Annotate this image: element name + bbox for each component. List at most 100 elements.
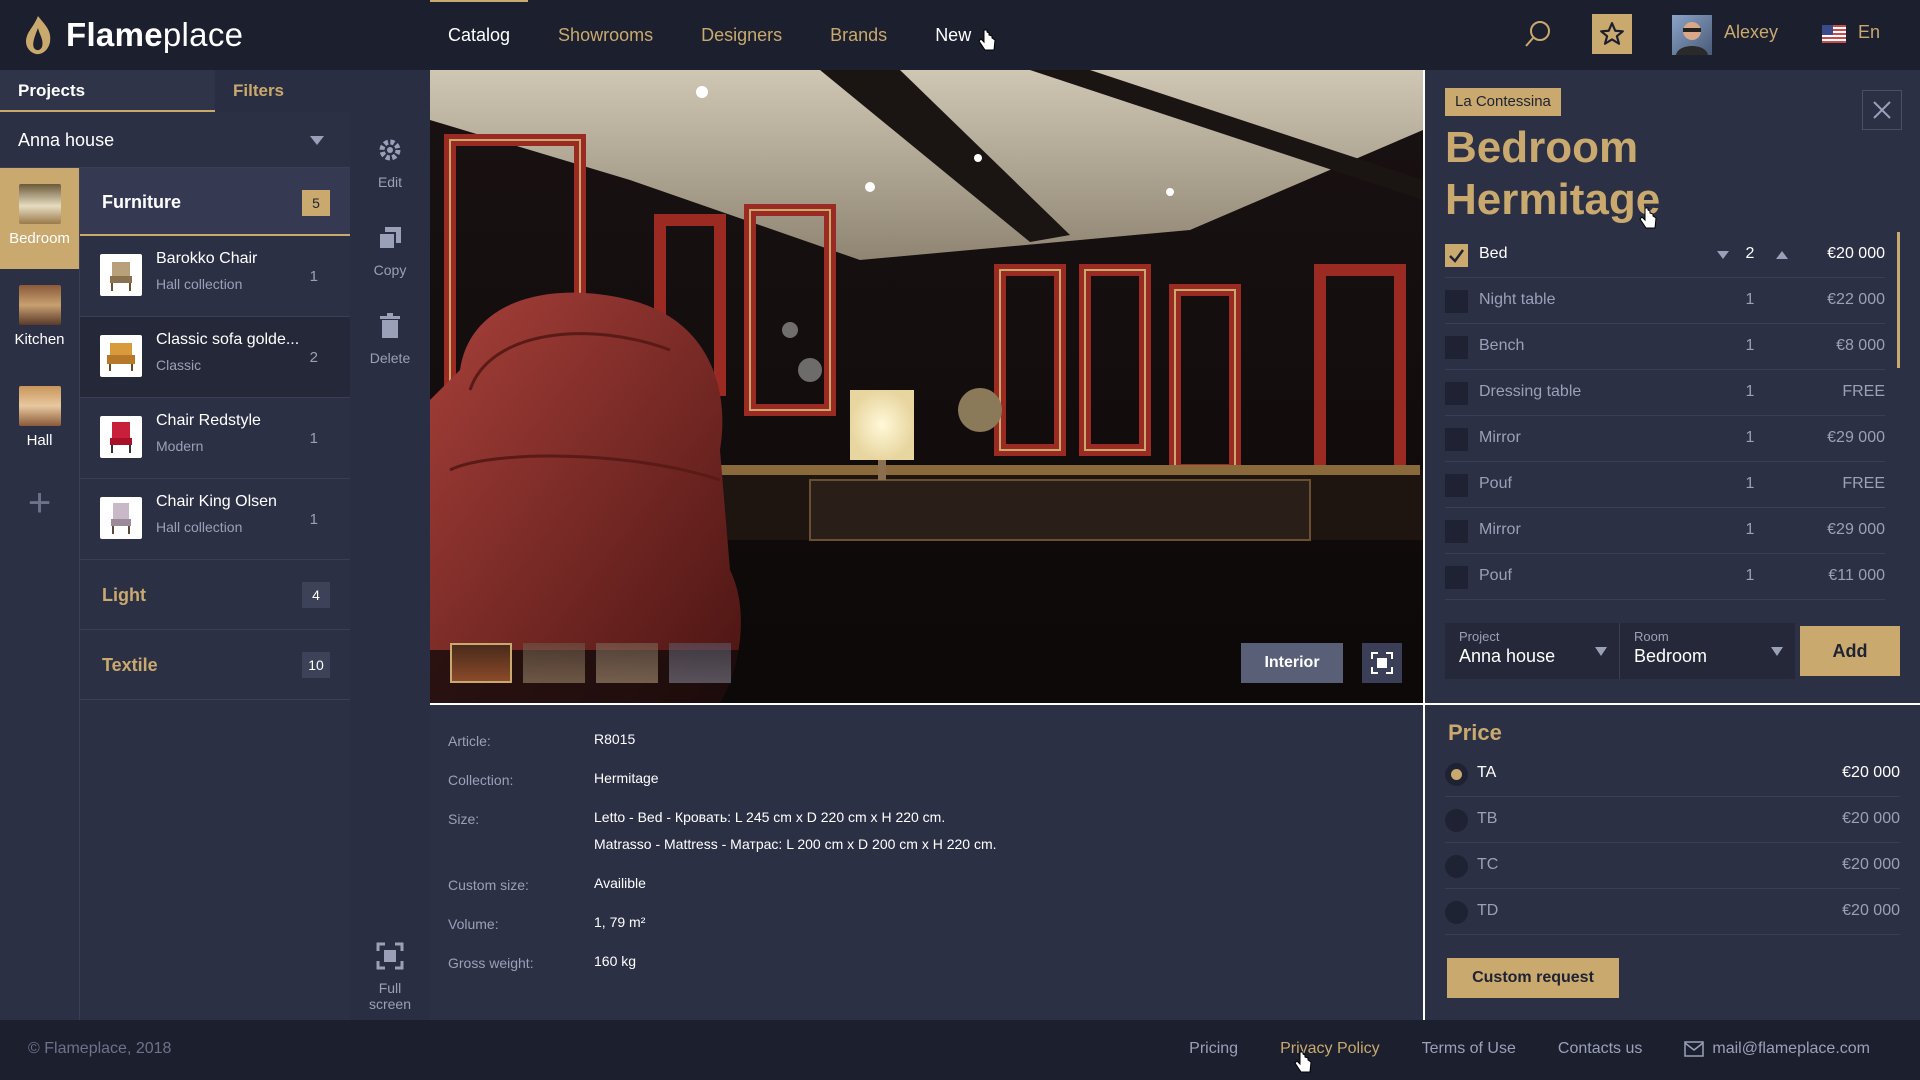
favorites-button[interactable] bbox=[1592, 14, 1632, 54]
custom-request-button[interactable]: Custom request bbox=[1447, 958, 1619, 998]
nav-showrooms[interactable]: Showrooms bbox=[540, 0, 671, 70]
increment-icon[interactable] bbox=[1776, 251, 1788, 259]
thumbnail-3[interactable] bbox=[596, 643, 658, 683]
item-name: Chair Redstyle bbox=[156, 412, 261, 429]
radio-button[interactable] bbox=[1445, 901, 1468, 924]
table-row[interactable]: Mirror 1 €29 000 bbox=[1445, 416, 1885, 462]
tab-projects[interactable]: Projects bbox=[0, 70, 215, 112]
product-image-viewer[interactable]: Interior bbox=[430, 70, 1423, 703]
room-dropdown[interactable]: Room Bedroom bbox=[1620, 623, 1795, 679]
room-kitchen[interactable]: Kitchen bbox=[0, 269, 79, 370]
table-row[interactable]: Pouf 1 FREE bbox=[1445, 462, 1885, 508]
category-label: Light bbox=[102, 585, 146, 605]
checkbox[interactable] bbox=[1445, 474, 1468, 497]
row-name: Night table bbox=[1479, 291, 1556, 308]
user-photo-icon bbox=[1676, 22, 1708, 55]
list-item[interactable]: Chair Redstyle Modern 1 bbox=[80, 398, 350, 479]
row-price: €8 000 bbox=[1836, 337, 1885, 354]
checkbox[interactable] bbox=[1445, 336, 1468, 359]
row-qty: 1 bbox=[1745, 521, 1755, 538]
edit-label: Edit bbox=[377, 174, 403, 190]
avatar[interactable] bbox=[1672, 15, 1712, 55]
copy-button[interactable]: Copy bbox=[350, 222, 430, 288]
add-room-button[interactable]: + bbox=[0, 481, 79, 526]
add-to-project-bar: Project Anna house Room Bedroom Add bbox=[1445, 623, 1900, 679]
detail-label: Gross weight: bbox=[448, 955, 534, 971]
nav-designers[interactable]: Designers bbox=[683, 0, 800, 70]
row-qty: 2 bbox=[1745, 245, 1755, 262]
search-icon[interactable] bbox=[1523, 19, 1553, 49]
footer-link-terms[interactable]: Terms of Use bbox=[1422, 1040, 1516, 1058]
add-button[interactable]: Add bbox=[1800, 626, 1900, 676]
checkbox[interactable] bbox=[1445, 428, 1468, 451]
list-item[interactable]: Barokko Chair Hall collection 1 bbox=[80, 236, 350, 317]
thumbnail-2[interactable] bbox=[523, 643, 585, 683]
brand-tag[interactable]: La Contessina bbox=[1445, 88, 1561, 116]
project-select[interactable]: Anna house bbox=[0, 112, 350, 168]
star-icon bbox=[1600, 22, 1624, 45]
checkbox[interactable] bbox=[1445, 290, 1468, 313]
tab-filters[interactable]: Filters bbox=[215, 70, 430, 112]
radio-button[interactable] bbox=[1445, 809, 1468, 832]
table-row[interactable]: Bed 2 €20 000 bbox=[1445, 232, 1885, 278]
price-option[interactable]: TB €20 000 bbox=[1445, 797, 1900, 843]
project-dropdown[interactable]: Project Anna house bbox=[1445, 623, 1620, 679]
decrement-icon[interactable] bbox=[1717, 251, 1729, 259]
footer-link-pricing[interactable]: Pricing bbox=[1189, 1040, 1238, 1058]
list-item[interactable]: Classic sofa golde... Classic 2 bbox=[80, 317, 350, 398]
thumbnail-1[interactable] bbox=[450, 643, 512, 683]
close-button[interactable] bbox=[1862, 90, 1902, 130]
category-light[interactable]: Light 4 bbox=[80, 560, 350, 630]
logo[interactable]: Flameplace bbox=[20, 12, 243, 58]
fullscreen-button[interactable]: Full screen bbox=[350, 940, 430, 1012]
checkbox[interactable] bbox=[1445, 382, 1468, 405]
chevron-down-icon bbox=[1771, 647, 1783, 656]
checkbox[interactable] bbox=[1445, 244, 1468, 267]
table-row[interactable]: Dressing table 1 FREE bbox=[1445, 370, 1885, 416]
bedroom-thumbnail-icon bbox=[18, 184, 61, 224]
radio-button[interactable] bbox=[1445, 763, 1468, 786]
viewer-fullscreen-button[interactable] bbox=[1362, 643, 1402, 683]
checkbox[interactable] bbox=[1445, 566, 1468, 589]
tools-column: Edit Copy Delete Full screen bbox=[350, 112, 430, 1020]
nav-brands[interactable]: Brands bbox=[812, 0, 905, 70]
table-row[interactable]: Mirror 1 €29 000 bbox=[1445, 508, 1885, 554]
footer-link-contacts[interactable]: Contacts us bbox=[1558, 1040, 1642, 1058]
project-select-value: Anna house bbox=[18, 130, 115, 150]
detail-value: Hermitage bbox=[594, 770, 659, 786]
chair-thumbnail-icon bbox=[100, 497, 142, 539]
row-price: FREE bbox=[1842, 475, 1885, 492]
price-option[interactable]: TC €20 000 bbox=[1445, 843, 1900, 889]
edit-button[interactable]: Edit bbox=[350, 134, 430, 200]
nav-catalog[interactable]: Catalog bbox=[430, 0, 529, 70]
interior-button[interactable]: Interior bbox=[1241, 643, 1343, 683]
fullscreen-label-2: screen bbox=[368, 996, 412, 1012]
us-flag-icon[interactable] bbox=[1822, 25, 1846, 43]
room-hall[interactable]: Hall bbox=[0, 370, 79, 471]
category-furniture[interactable]: Furniture 5 bbox=[80, 168, 350, 236]
footer-link-email[interactable]: mail@flameplace.com bbox=[1684, 1040, 1870, 1058]
list-item[interactable]: Chair King Olsen Hall collection 1 bbox=[80, 479, 350, 560]
delete-button[interactable]: Delete bbox=[350, 310, 430, 376]
room-bedroom[interactable]: Bedroom bbox=[0, 168, 79, 269]
table-row[interactable]: Bench 1 €8 000 bbox=[1445, 324, 1885, 370]
bedroom-interior-photo bbox=[430, 70, 1423, 703]
item-qty: 2 bbox=[309, 349, 318, 366]
price-option[interactable]: TD €20 000 bbox=[1445, 889, 1900, 935]
language-selector[interactable]: En bbox=[1858, 22, 1880, 43]
check-icon bbox=[1449, 249, 1465, 263]
scrollbar[interactable] bbox=[1897, 232, 1900, 368]
price-option[interactable]: TA €20 000 bbox=[1445, 751, 1900, 797]
fullscreen-label: Full bbox=[378, 980, 402, 996]
thumbnail-4[interactable] bbox=[669, 643, 731, 683]
radio-button[interactable] bbox=[1445, 855, 1468, 878]
table-row[interactable]: Night table 1 €22 000 bbox=[1445, 278, 1885, 324]
price-option-name: TD bbox=[1477, 902, 1499, 919]
row-qty: 1 bbox=[1745, 383, 1755, 400]
checkbox[interactable] bbox=[1445, 520, 1468, 543]
category-textile[interactable]: Textile 10 bbox=[80, 630, 350, 700]
price-option-value: €20 000 bbox=[1842, 810, 1900, 827]
user-name[interactable]: Alexey bbox=[1724, 22, 1778, 43]
category-label: Furniture bbox=[102, 192, 181, 212]
table-row[interactable]: Pouf 1 €11 000 bbox=[1445, 554, 1885, 600]
